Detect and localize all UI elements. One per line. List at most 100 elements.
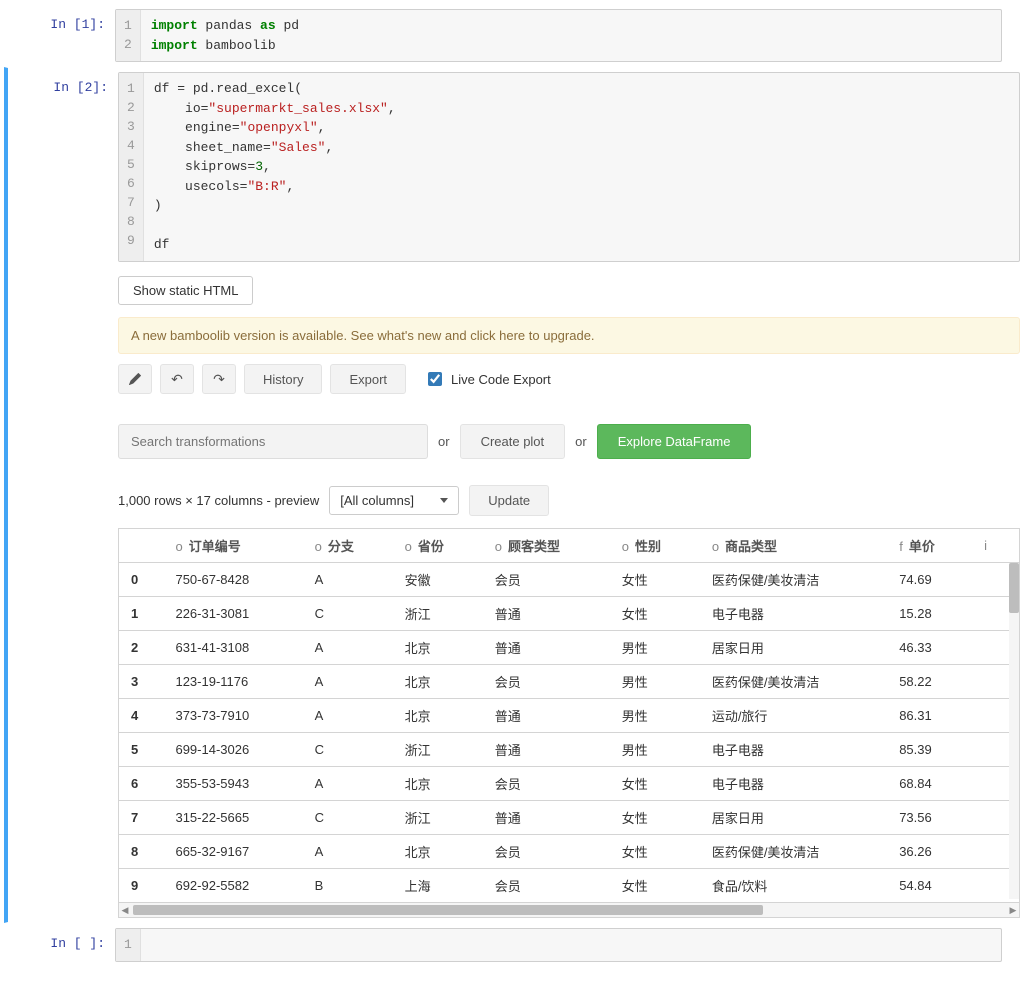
history-button[interactable]: History	[244, 364, 322, 394]
table-row[interactable]: 3123-19-1176A北京会员男性医药保健/美妆清洁58.22	[119, 665, 1019, 699]
cell: 浙江	[393, 801, 483, 835]
input-prompt: In [2]:	[8, 72, 118, 918]
code-cell-3[interactable]: In [ ]: 1	[4, 923, 1009, 967]
cell: 浙江	[393, 597, 483, 631]
cell: 男性	[610, 733, 700, 767]
vertical-scrollbar-thumb[interactable]	[1009, 563, 1019, 613]
code-editor[interactable]: 12 import pandas as pd import bamboolib	[115, 9, 1002, 62]
cell: 54.84	[887, 869, 972, 903]
cell: 会员	[483, 767, 610, 801]
cell: 36.26	[887, 835, 972, 869]
row-index: 2	[119, 631, 163, 665]
code-content[interactable]	[141, 929, 169, 961]
column-header[interactable]: o性别	[610, 529, 700, 563]
cell: 68.84	[887, 767, 972, 801]
column-header[interactable]: f单价	[887, 529, 972, 563]
table-row[interactable]: 1226-31-3081C浙江普通女性电子电器15.28	[119, 597, 1019, 631]
cell: 浙江	[393, 733, 483, 767]
live-code-export-checkbox[interactable]: Live Code Export	[424, 369, 551, 389]
cell: B	[303, 869, 393, 903]
column-header[interactable]: o分支	[303, 529, 393, 563]
cell: 女性	[610, 835, 700, 869]
search-transformations-input[interactable]	[118, 424, 428, 459]
cell: 123-19-1176	[163, 665, 302, 699]
cell: 女性	[610, 869, 700, 903]
cell: 运动/旅行	[700, 699, 887, 733]
table-row[interactable]: 0750-67-8428A安徽会员女性医药保健/美妆清洁74.69	[119, 563, 1019, 597]
cell: 750-67-8428	[163, 563, 302, 597]
upgrade-alert[interactable]: A new bamboolib version is available. Se…	[118, 317, 1020, 354]
line-gutter: 1	[116, 929, 141, 961]
cell: 食品/饮料	[700, 869, 887, 903]
cell: 692-92-5582	[163, 869, 302, 903]
cell: 226-31-3081	[163, 597, 302, 631]
code-content[interactable]: df = pd.read_excel( io="supermarkt_sales…	[144, 73, 406, 261]
row-index: 6	[119, 767, 163, 801]
cell: 北京	[393, 665, 483, 699]
table-row[interactable]: 7315-22-5665C浙江普通女性居家日用73.56	[119, 801, 1019, 835]
column-header[interactable]: o商品类型	[700, 529, 887, 563]
row-index: 8	[119, 835, 163, 869]
cell: 女性	[610, 767, 700, 801]
scroll-right-icon[interactable]: ▶	[1007, 904, 1019, 916]
code-editor[interactable]: 123456789 df = pd.read_excel( io="superm…	[118, 72, 1020, 262]
column-header[interactable]: o省份	[393, 529, 483, 563]
pencil-icon[interactable]	[118, 364, 152, 394]
code-cell-2[interactable]: In [2]: 123456789 df = pd.read_excel( io…	[4, 67, 1009, 923]
cell: 315-22-5665	[163, 801, 302, 835]
code-content[interactable]: import pandas as pd import bamboolib	[141, 10, 309, 61]
cell: 699-14-3026	[163, 733, 302, 767]
table-row[interactable]: 4373-73-7910A北京普通男性运动/旅行86.31	[119, 699, 1019, 733]
horizontal-scrollbar-thumb[interactable]	[133, 905, 763, 915]
horizontal-scrollbar[interactable]: ◀ ▶	[119, 903, 1019, 917]
table-row[interactable]: 8665-32-9167A北京会员女性医药保健/美妆清洁36.26	[119, 835, 1019, 869]
dataframe-table: o订单编号o分支o省份o顾客类型o性别o商品类型f单价i0750-67-8428…	[118, 528, 1020, 918]
cell: 373-73-7910	[163, 699, 302, 733]
cell: 医药保健/美妆清洁	[700, 563, 887, 597]
export-button[interactable]: Export	[330, 364, 406, 394]
table-row[interactable]: 5699-14-3026C浙江普通男性电子电器85.39	[119, 733, 1019, 767]
table-row[interactable]: 6355-53-5943A北京会员女性电子电器68.84	[119, 767, 1019, 801]
row-index: 4	[119, 699, 163, 733]
live-code-export-input[interactable]	[428, 372, 442, 386]
cell: A	[303, 767, 393, 801]
column-header[interactable]: o顾客类型	[483, 529, 610, 563]
cell: 会员	[483, 835, 610, 869]
cell: 普通	[483, 631, 610, 665]
columns-select[interactable]: [All columns]	[329, 486, 459, 515]
code-editor[interactable]: 1	[115, 928, 1002, 962]
undo-icon[interactable]: ↶	[160, 364, 194, 394]
show-static-html-button[interactable]: Show static HTML	[118, 276, 253, 306]
cell: 上海	[393, 869, 483, 903]
cell: 46.33	[887, 631, 972, 665]
column-header[interactable]: i	[972, 529, 1019, 563]
cell: 普通	[483, 733, 610, 767]
dataframe-scroll[interactable]: o订单编号o分支o省份o顾客类型o性别o商品类型f单价i0750-67-8428…	[119, 529, 1019, 903]
cell: 73.56	[887, 801, 972, 835]
table-row[interactable]: 9692-92-5582B上海会员女性食品/饮料54.84	[119, 869, 1019, 903]
create-plot-button[interactable]: Create plot	[460, 424, 566, 459]
cell: 女性	[610, 597, 700, 631]
cell: 会员	[483, 563, 610, 597]
vertical-scrollbar[interactable]	[1009, 563, 1019, 899]
cell: A	[303, 835, 393, 869]
columns-select-value: [All columns]	[340, 493, 414, 508]
column-header[interactable]: o订单编号	[163, 529, 302, 563]
redo-icon[interactable]: ↷	[202, 364, 236, 394]
cell: 女性	[610, 563, 700, 597]
line-gutter: 123456789	[119, 73, 144, 261]
scroll-left-icon[interactable]: ◀	[119, 904, 131, 916]
table-row[interactable]: 2631-41-3108A北京普通男性居家日用46.33	[119, 631, 1019, 665]
cell: 会员	[483, 665, 610, 699]
cell: 安徽	[393, 563, 483, 597]
row-index: 3	[119, 665, 163, 699]
cell: 631-41-3108	[163, 631, 302, 665]
cell: 85.39	[887, 733, 972, 767]
cell: 北京	[393, 767, 483, 801]
column-header[interactable]	[119, 529, 163, 563]
cell: 普通	[483, 699, 610, 733]
code-cell-1[interactable]: In [1]: 12 import pandas as pd import ba…	[4, 4, 1009, 67]
explore-dataframe-button[interactable]: Explore DataFrame	[597, 424, 752, 459]
update-button[interactable]: Update	[469, 485, 549, 516]
cell: 北京	[393, 699, 483, 733]
